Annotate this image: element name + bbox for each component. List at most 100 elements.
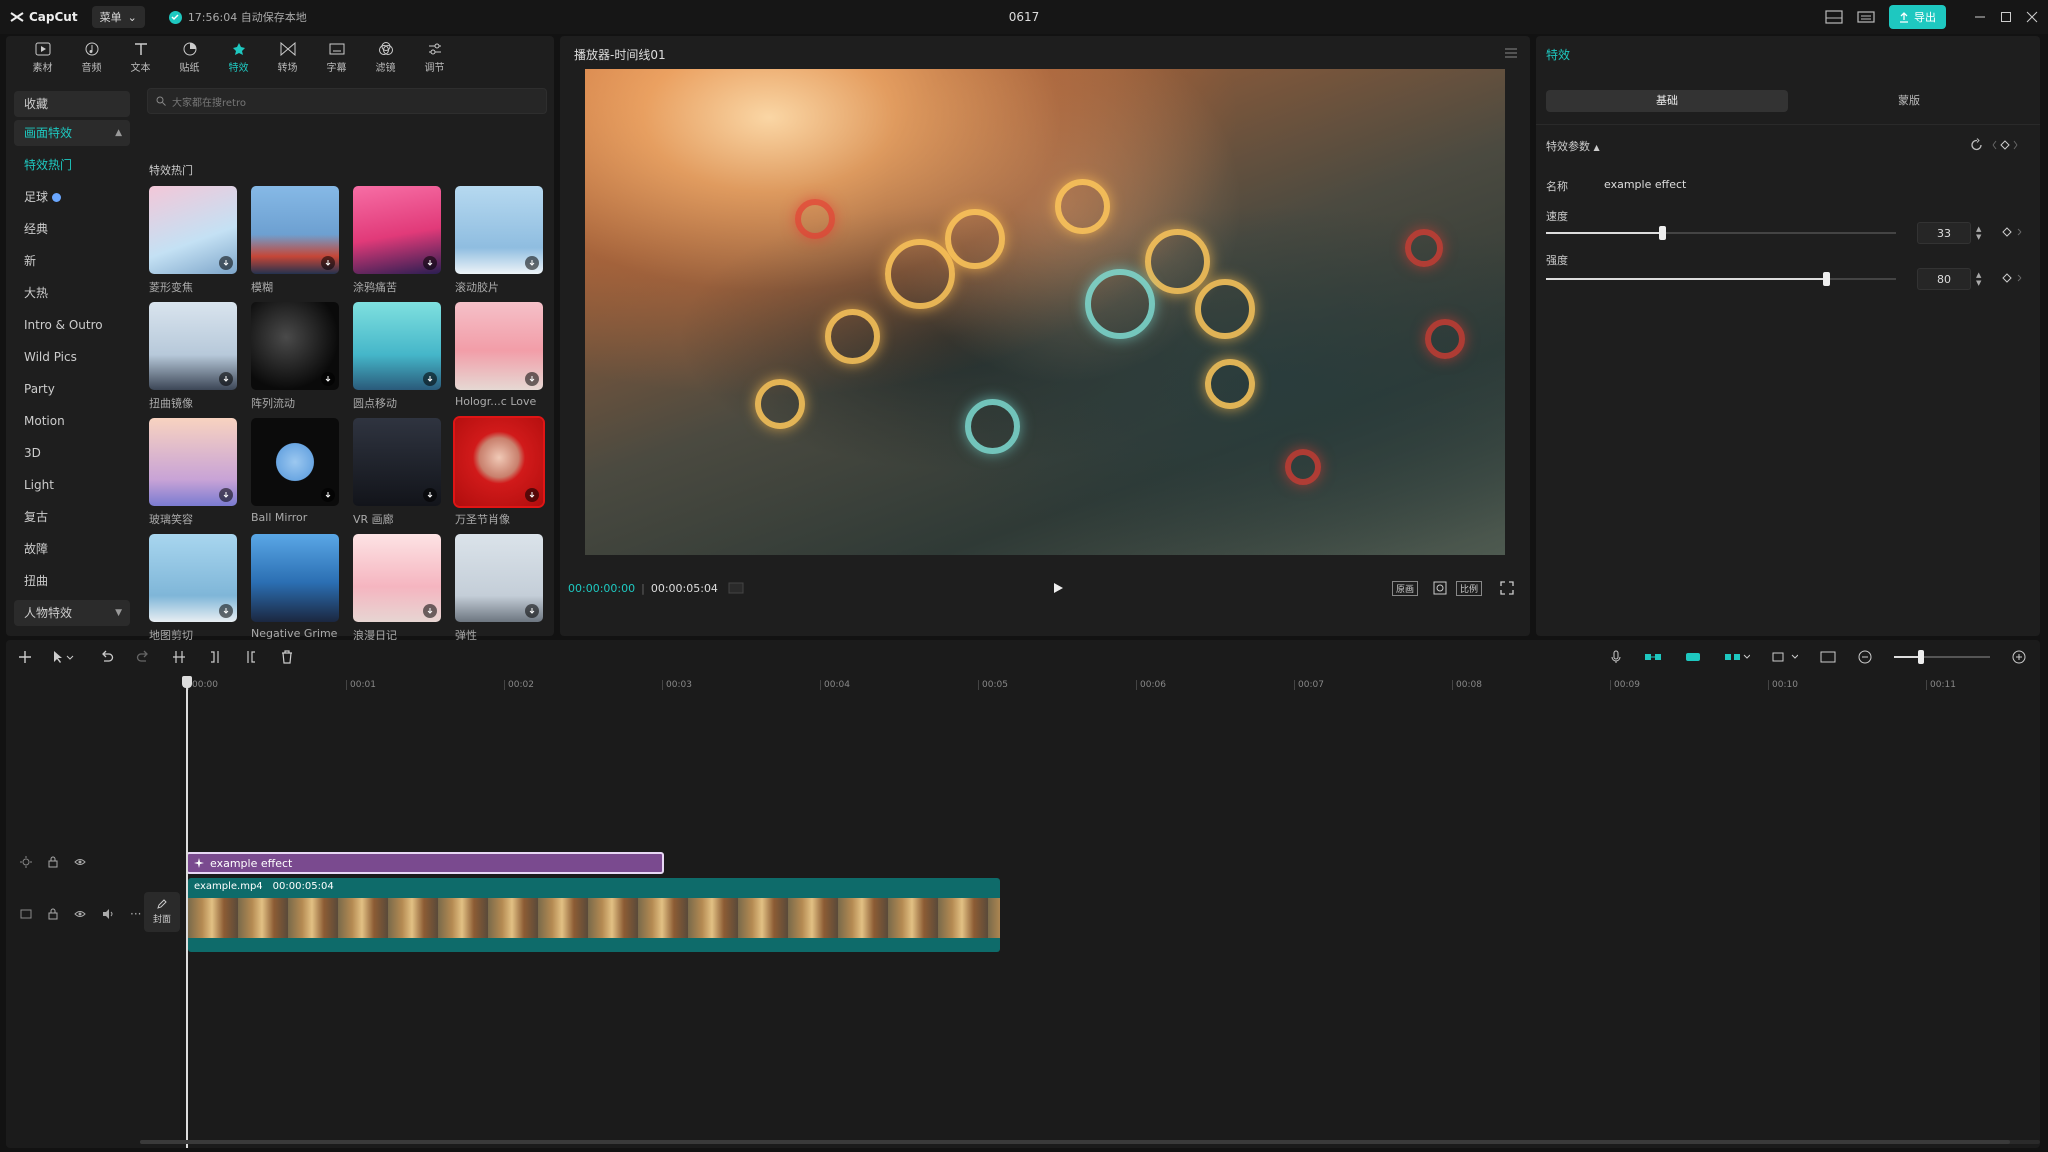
- tool-transition[interactable]: 转场: [263, 36, 312, 80]
- add-track-icon[interactable]: [18, 650, 32, 664]
- tool-caption[interactable]: 字幕: [312, 36, 361, 80]
- split-icon[interactable]: [172, 650, 186, 664]
- speed-slider[interactable]: [1546, 226, 1896, 240]
- keyframe-diamond-icon[interactable]: [2002, 273, 2022, 283]
- category-new[interactable]: 新: [14, 245, 130, 277]
- effects-search-input[interactable]: 大家都在搜retro: [147, 88, 547, 114]
- cover-button[interactable]: 封面: [144, 892, 180, 932]
- category-football[interactable]: 足球: [14, 181, 130, 213]
- download-icon[interactable]: [525, 604, 539, 618]
- tab-mask[interactable]: 蒙版: [1788, 90, 2030, 112]
- original-quality-button[interactable]: 原画: [1391, 580, 1418, 596]
- menu-icon[interactable]: [1504, 48, 1518, 58]
- maximize-icon[interactable]: [2000, 11, 2012, 23]
- effect-card[interactable]: VR 画廊: [353, 418, 441, 534]
- download-icon[interactable]: [321, 488, 335, 502]
- more-icon[interactable]: ···: [130, 908, 141, 920]
- speed-input[interactable]: 33: [1917, 222, 1971, 244]
- intensity-slider[interactable]: [1546, 272, 1896, 286]
- timeline-ruler[interactable]: 00:00 00:01 00:02 00:03 00:04 00:05 00:0…: [186, 676, 2036, 694]
- effect-card[interactable]: 模糊: [251, 186, 339, 302]
- zoom-slider[interactable]: [1894, 650, 1990, 664]
- category-motion[interactable]: Motion: [14, 405, 130, 437]
- reset-icon[interactable]: [1970, 138, 1984, 152]
- effect-card[interactable]: 圆点移动: [353, 302, 441, 418]
- effect-card[interactable]: 阵列流动: [251, 302, 339, 418]
- download-icon[interactable]: [219, 488, 233, 502]
- stepper-icon[interactable]: ▲ ▼: [1976, 271, 1981, 287]
- download-icon[interactable]: [423, 256, 437, 270]
- timeline-scrollbar-thumb[interactable]: [140, 1140, 2010, 1144]
- category-wild-pics[interactable]: Wild Pics: [14, 341, 130, 373]
- tool-text[interactable]: 文本: [116, 36, 165, 80]
- tool-filter[interactable]: 滤镜: [361, 36, 410, 80]
- download-icon[interactable]: [525, 372, 539, 386]
- trim-left-icon[interactable]: [208, 650, 222, 664]
- effect-card[interactable]: 万圣节肖像: [453, 416, 545, 534]
- effect-card[interactable]: 扭曲镜像: [149, 302, 237, 418]
- close-icon[interactable]: [2026, 11, 2038, 23]
- tool-adjust[interactable]: 调节: [410, 36, 459, 80]
- speed-slider-handle[interactable]: [1658, 226, 1666, 240]
- intensity-slider-handle[interactable]: [1823, 272, 1830, 286]
- tool-audio[interactable]: 音频: [67, 36, 116, 80]
- linkage-icon[interactable]: [1724, 651, 1750, 663]
- magnet-link-icon[interactable]: [1644, 651, 1662, 663]
- effect-card[interactable]: 浪漫日记: [353, 534, 441, 650]
- effect-card[interactable]: Negative Grime: [251, 534, 339, 650]
- preview-axis-icon[interactable]: [1772, 651, 1798, 663]
- keyframe-icon[interactable]: [1992, 140, 2018, 150]
- trim-right-icon[interactable]: [244, 650, 258, 664]
- download-icon[interactable]: [423, 604, 437, 618]
- visibility-icon[interactable]: [74, 857, 86, 867]
- effect-card[interactable]: Hologr...c Love: [455, 302, 543, 418]
- undo-icon[interactable]: [100, 650, 114, 664]
- effect-card[interactable]: 玻璃笑容: [149, 418, 237, 534]
- fullscreen-icon[interactable]: [1500, 581, 1514, 595]
- category-3d[interactable]: 3D: [14, 437, 130, 469]
- visibility-icon[interactable]: [74, 909, 86, 919]
- download-icon[interactable]: [219, 372, 233, 386]
- fit-timeline-icon[interactable]: [1820, 651, 1836, 663]
- category-distort[interactable]: 扭曲: [14, 565, 130, 597]
- download-icon[interactable]: [525, 256, 539, 270]
- effect-card[interactable]: 地图剪切: [149, 534, 237, 650]
- category-retro[interactable]: 复古: [14, 501, 130, 533]
- zoom-slider-handle[interactable]: [1918, 650, 1924, 664]
- download-icon[interactable]: [423, 372, 437, 386]
- download-icon[interactable]: [219, 604, 233, 618]
- effect-card[interactable]: 滚动胶片: [455, 186, 543, 302]
- tool-sticker[interactable]: 贴纸: [165, 36, 214, 80]
- lock-icon[interactable]: [48, 856, 58, 868]
- effect-card[interactable]: Ball Mirror: [251, 418, 339, 534]
- timeline-scrollbar[interactable]: [140, 1140, 2040, 1144]
- select-tool-icon[interactable]: [52, 650, 74, 664]
- category-light[interactable]: Light: [14, 469, 130, 501]
- play-button[interactable]: [1052, 582, 1064, 594]
- effect-params-section[interactable]: 特效参数 ▲: [1546, 138, 1600, 154]
- download-icon[interactable]: [423, 488, 437, 502]
- download-icon[interactable]: [219, 256, 233, 270]
- effect-card[interactable]: 涂鸦痛苦: [353, 186, 441, 302]
- zoom-in-icon[interactable]: [2012, 650, 2026, 664]
- delete-icon[interactable]: [280, 650, 294, 664]
- timeline-mode-icon[interactable]: [728, 582, 744, 594]
- audio-mute-icon[interactable]: [102, 909, 114, 919]
- intensity-input[interactable]: 80: [1917, 268, 1971, 290]
- download-icon[interactable]: [321, 256, 335, 270]
- microphone-icon[interactable]: [1610, 650, 1622, 664]
- export-button[interactable]: 导出: [1889, 5, 1946, 29]
- redo-icon[interactable]: [136, 650, 150, 664]
- category-favorites[interactable]: 收藏: [14, 91, 130, 117]
- category-body-effects[interactable]: 人物特效 ▼: [14, 600, 130, 626]
- aspect-ratio-button[interactable]: 比例: [1455, 580, 1482, 596]
- layout-icon[interactable]: [1825, 10, 1843, 24]
- category-screen-effects[interactable]: 画面特效 ▲: [14, 120, 130, 146]
- minimize-icon[interactable]: [1974, 11, 1986, 23]
- screenshot-icon[interactable]: [1432, 580, 1448, 596]
- effect-card[interactable]: 弹性: [455, 534, 543, 650]
- playhead[interactable]: [186, 678, 188, 1148]
- keyframe-diamond-icon[interactable]: [2002, 227, 2022, 237]
- tool-media[interactable]: 素材: [18, 36, 67, 80]
- category-intro-outro[interactable]: Intro & Outro: [14, 309, 130, 341]
